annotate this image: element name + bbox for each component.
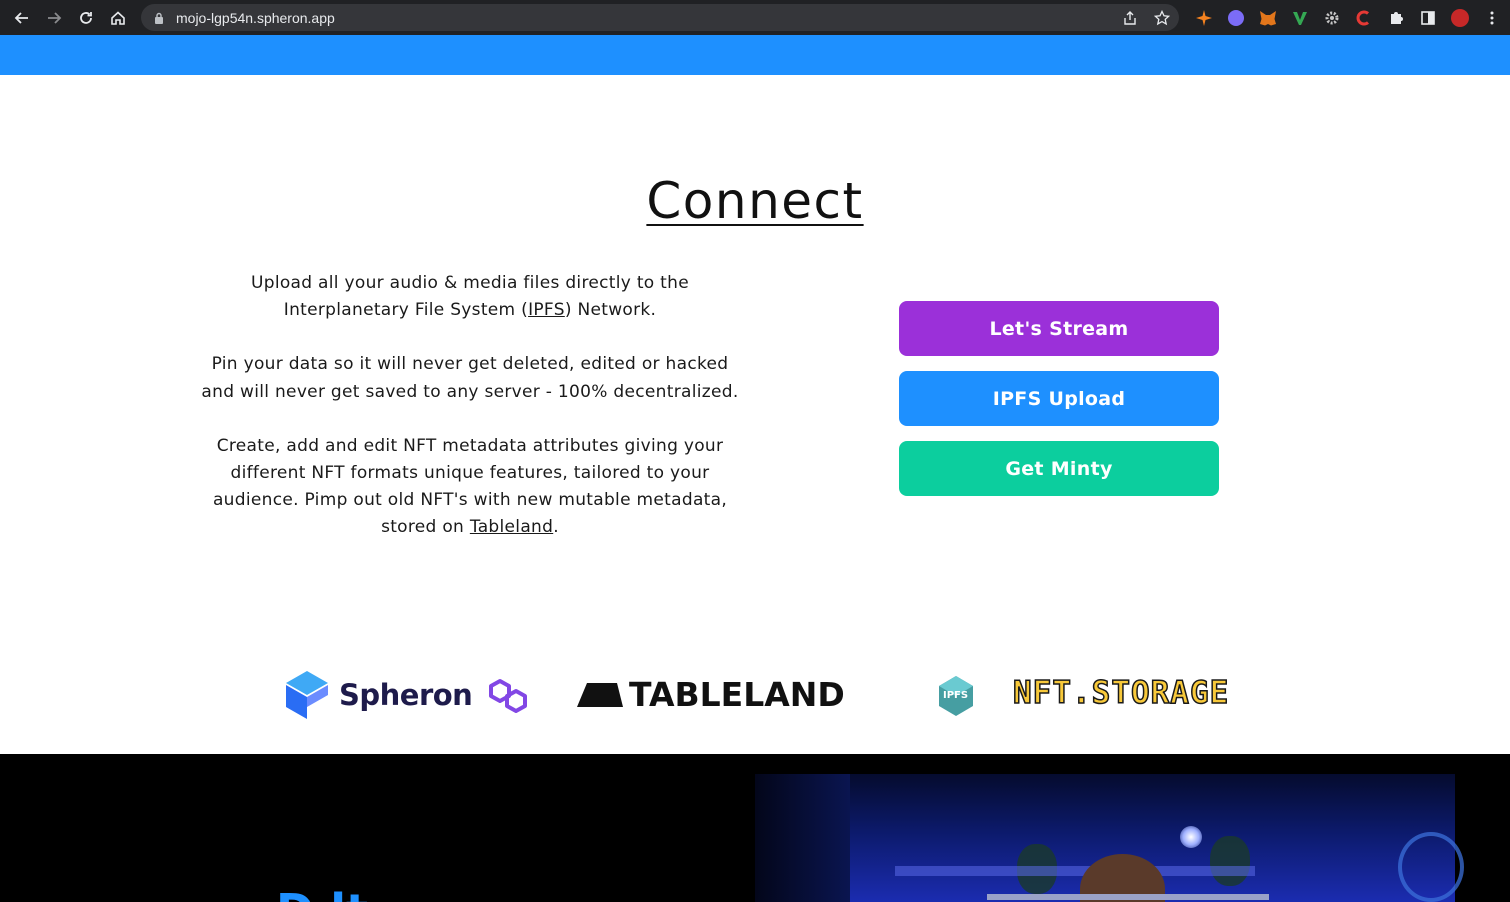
share-icon[interactable] xyxy=(1119,7,1141,29)
side-panel-icon[interactable] xyxy=(1412,0,1444,35)
ipfs-link[interactable]: IPFS xyxy=(528,300,565,320)
shelf xyxy=(895,866,1255,876)
hero-section: D lt xyxy=(0,754,1510,902)
partner-logos: Spheron TABLELAND IPFS NFT.STORAGE xyxy=(0,660,1510,730)
ipfs-logo[interactable]: IPFS xyxy=(938,676,974,716)
ring-light xyxy=(1398,832,1464,902)
arrow-right-icon xyxy=(48,11,62,24)
nft-storage-logo[interactable]: NFT.STORAGE xyxy=(1012,674,1230,712)
lets-stream-button[interactable]: Let's Stream xyxy=(899,301,1219,356)
para3-tail: . xyxy=(553,517,559,538)
tableland-link[interactable]: Tableland xyxy=(470,517,553,537)
polygon-logo[interactable] xyxy=(485,676,531,716)
lock-icon xyxy=(153,12,165,24)
extensions-puzzle-icon[interactable] xyxy=(1380,0,1412,35)
reload-icon xyxy=(80,11,92,24)
browser-toolbar: mojo-lgp54n.spheron.app xyxy=(0,0,1510,35)
hero-image-shade xyxy=(755,774,850,902)
extension-v-icon[interactable] xyxy=(1284,0,1316,35)
address-bar[interactable]: mojo-lgp54n.spheron.app xyxy=(141,4,1179,31)
profile-avatar[interactable] xyxy=(1444,0,1476,35)
description-paragraph-upload: Upload all your audio & media files dire… xyxy=(200,270,740,324)
ipfs-upload-button[interactable]: IPFS Upload xyxy=(899,371,1219,426)
hero-heading: D lt xyxy=(276,884,368,902)
tableland-wordmark: TABLELAND xyxy=(629,675,845,714)
site-header-band xyxy=(0,35,1510,75)
spheron-wordmark: Spheron xyxy=(339,678,473,712)
get-minty-button[interactable]: Get Minty xyxy=(899,441,1219,496)
connect-description: Upload all your audio & media files dire… xyxy=(200,270,740,569)
extensions-row xyxy=(1188,0,1508,35)
tableland-logo[interactable]: TABLELAND xyxy=(577,675,845,714)
spheron-mark-icon xyxy=(286,671,328,719)
description-paragraph-pin: Pin your data so it will never get delet… xyxy=(201,354,739,402)
back-button[interactable] xyxy=(6,0,38,35)
connect-heading: Connect xyxy=(0,172,1510,230)
arrow-left-icon xyxy=(14,11,28,24)
description-paragraph-nft: Create, add and edit NFT metadata attrib… xyxy=(200,433,740,542)
home-button[interactable] xyxy=(102,0,134,35)
forward-button[interactable] xyxy=(38,0,70,35)
extension-c-icon[interactable] xyxy=(1348,0,1380,35)
lamp-glow xyxy=(1180,826,1202,848)
tableland-mark-icon xyxy=(577,682,623,707)
home-icon xyxy=(111,10,125,25)
monitor-edge xyxy=(987,894,1269,900)
extension-burst-icon[interactable] xyxy=(1188,0,1220,35)
connect-title-text: Connect xyxy=(646,172,864,230)
nft-storage-wordmark: NFT.STORAGE xyxy=(1012,674,1230,712)
kebab-menu-icon[interactable] xyxy=(1476,0,1508,35)
polygon-mark-icon xyxy=(489,679,527,713)
ipfs-wordmark: IPFS xyxy=(943,690,969,701)
spheron-logo[interactable]: Spheron xyxy=(285,671,473,719)
plant-right xyxy=(1210,836,1250,886)
bookmark-star-icon[interactable] xyxy=(1151,7,1173,29)
extension-fox-icon[interactable] xyxy=(1252,0,1284,35)
extension-ghost-icon[interactable] xyxy=(1220,0,1252,35)
reload-button[interactable] xyxy=(70,0,102,35)
extension-gear-icon[interactable] xyxy=(1316,0,1348,35)
url-text: mojo-lgp54n.spheron.app xyxy=(176,9,335,26)
hero-image xyxy=(755,774,1464,902)
para1-tail: ) Network. xyxy=(564,300,657,321)
